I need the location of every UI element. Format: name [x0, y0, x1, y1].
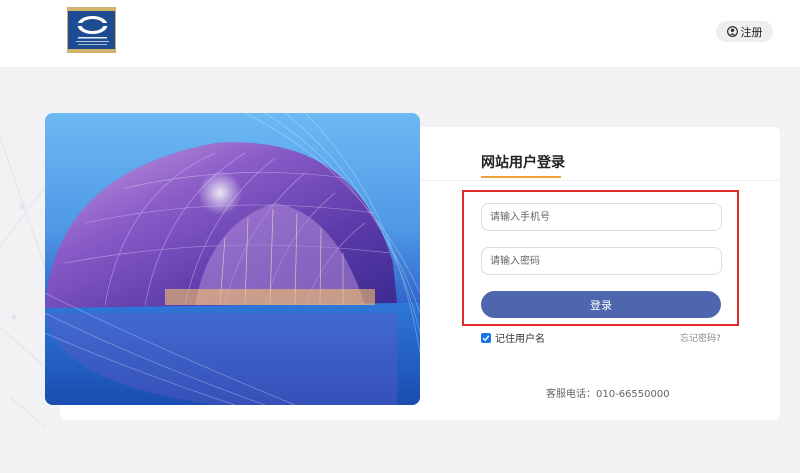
remember-checkbox[interactable] — [481, 332, 491, 343]
check-icon — [482, 334, 490, 341]
remember-username[interactable]: 记住用户名 — [481, 330, 545, 345]
top-bar — [0, 0, 800, 67]
theatre-photo — [45, 113, 420, 405]
tab-divider — [420, 180, 780, 181]
user-circle-icon — [726, 26, 738, 37]
login-tab-title[interactable]: 网站用户登录 — [481, 152, 565, 172]
service-phone: 客服电话：010-66550000 — [546, 389, 670, 400]
forgot-password-link[interactable]: 忘记密码? — [680, 331, 721, 344]
password-input[interactable] — [481, 247, 722, 275]
register-label: 注册 — [740, 25, 763, 39]
active-tab-indicator — [481, 176, 561, 178]
site-logo[interactable] — [67, 7, 116, 53]
remember-label: 记住用户名 — [495, 334, 545, 345]
login-button[interactable]: 登录 — [481, 291, 721, 318]
phone-input[interactable] — [481, 203, 722, 231]
register-button[interactable]: 注册 — [716, 21, 773, 42]
